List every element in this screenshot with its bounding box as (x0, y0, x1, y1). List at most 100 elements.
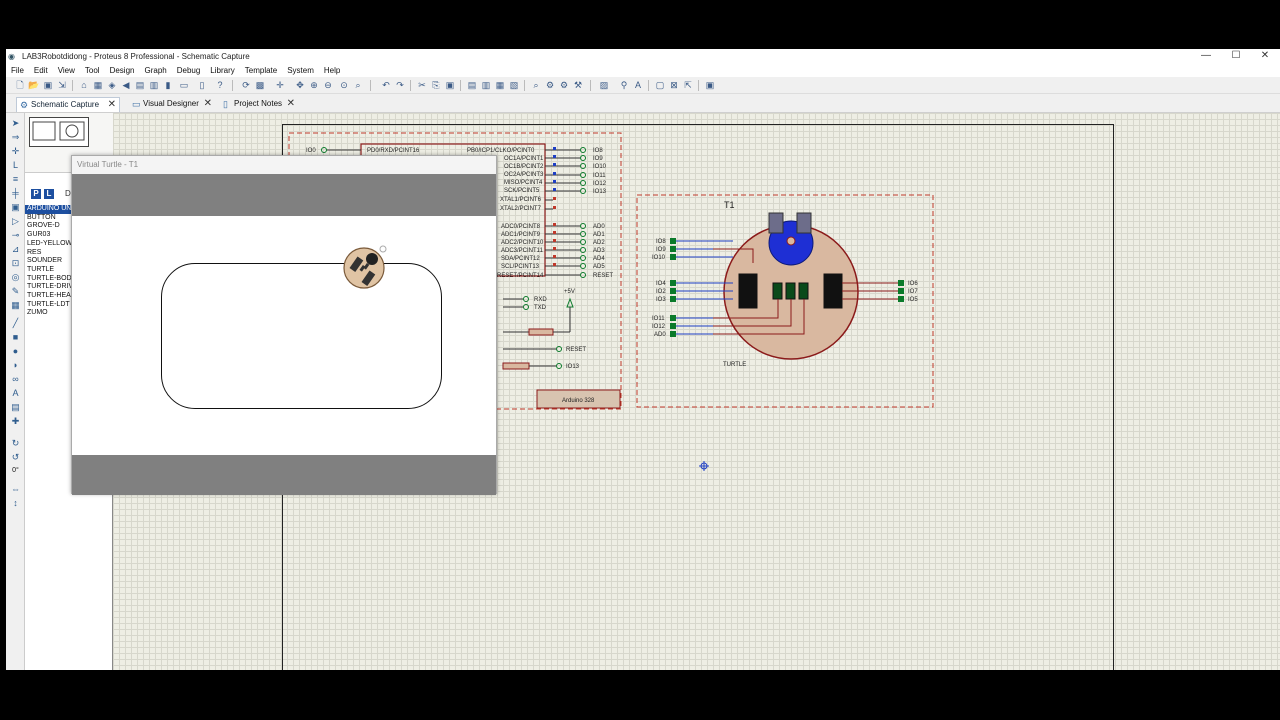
block-move-icon[interactable]: ▥ (480, 79, 492, 91)
menu-template[interactable]: Template (240, 66, 282, 75)
subcircuit-icon[interactable]: ▣ (9, 201, 22, 213)
property-assign-icon[interactable]: A (632, 79, 644, 91)
text-script-icon[interactable]: ≡ (9, 173, 22, 185)
redo-icon[interactable]: ↷ (394, 79, 406, 91)
notes-icon[interactable]: ▭ (178, 79, 190, 91)
menu-file[interactable]: File (6, 66, 29, 75)
junction-icon[interactable]: ✛ (9, 145, 22, 157)
gerber-icon[interactable]: ◈ (106, 79, 118, 91)
source-icon[interactable]: ▥ (148, 79, 160, 91)
new-icon[interactable]: 🗋 (14, 79, 26, 91)
menu-design[interactable]: Design (105, 66, 140, 75)
home-icon[interactable]: ⌂ (78, 79, 90, 91)
copy-icon[interactable]: ⎘ (430, 79, 442, 91)
toolbar-separator (648, 80, 649, 91)
svg-text:IO11: IO11 (652, 316, 665, 322)
virtual-turtle-title[interactable]: Virtual Turtle - T1 (72, 156, 496, 174)
block-copy-icon[interactable]: ▤ (466, 79, 478, 91)
menu-help[interactable]: Help (319, 66, 345, 75)
paste-icon[interactable]: ▣ (444, 79, 456, 91)
maximize-button[interactable]: ☐ (1221, 49, 1251, 64)
block-delete-icon[interactable]: ▧ (508, 79, 520, 91)
search-tag-icon[interactable]: ⚲ (618, 79, 630, 91)
graph-icon[interactable]: ⊿ (9, 243, 22, 255)
instrument-icon[interactable]: ▦ (9, 299, 22, 311)
symbol-icon[interactable]: ▤ (9, 401, 22, 413)
save-icon[interactable]: ▣ (42, 79, 54, 91)
zoom-in-icon[interactable]: ⊕ (308, 79, 320, 91)
terminals-icon[interactable]: ▷ (9, 215, 22, 227)
notes-icon: ▯ (223, 99, 228, 109)
chip-icon[interactable]: ▦ (92, 79, 104, 91)
menu-edit[interactable]: Edit (29, 66, 53, 75)
decompose-icon[interactable]: ⚒ (572, 79, 584, 91)
open-icon[interactable]: 📂 (28, 79, 40, 91)
rotate-ccw-icon[interactable]: ↺ (9, 451, 22, 463)
back-icon[interactable]: ◀ (120, 79, 132, 91)
close-tab-icon[interactable]: ✕ (287, 97, 295, 111)
zoom-out-icon[interactable]: ⊖ (322, 79, 334, 91)
page-icon[interactable]: ▯ (196, 79, 208, 91)
cut-icon[interactable]: ✂ (416, 79, 428, 91)
library-button[interactable]: L (44, 189, 54, 199)
bom-icon[interactable]: ▤ (134, 79, 146, 91)
box-icon[interactable]: ■ (9, 331, 22, 343)
tab-visual-designer[interactable]: ▭ Visual Designer ✕ (129, 97, 215, 112)
remove-sheet-icon[interactable]: ⊠ (668, 79, 680, 91)
rotate-cw-icon[interactable]: ↻ (9, 437, 22, 449)
report-icon[interactable]: ▣ (704, 79, 716, 91)
origin-icon[interactable]: ✛ (274, 79, 286, 91)
book-icon[interactable]: ▮ (162, 79, 174, 91)
svg-text:IO12: IO12 (593, 181, 607, 187)
menu-library[interactable]: Library (205, 66, 239, 75)
packaging-icon[interactable]: ⚙ (558, 79, 570, 91)
close-button[interactable]: ✕ (1250, 49, 1280, 64)
undo-icon[interactable]: ↶ (380, 79, 392, 91)
tab-schematic-capture[interactable]: ⚙ Schematic Capture ✕ (16, 97, 120, 112)
pick-device-icon[interactable]: ⌕ (530, 79, 542, 91)
arc-icon[interactable]: ◗ (9, 359, 22, 371)
selection-mode-icon[interactable]: ➤ (9, 117, 22, 129)
circle-icon[interactable]: ● (9, 345, 22, 357)
close-tab-icon[interactable]: ✕ (108, 98, 116, 112)
minimize-button[interactable]: — (1191, 49, 1221, 64)
new-sheet-icon[interactable]: ▢ (654, 79, 666, 91)
zoom-area-icon[interactable]: ⌕ (352, 79, 364, 91)
pick-device-button[interactable]: P (31, 189, 41, 199)
pan-icon[interactable]: ✥ (294, 79, 306, 91)
menu-tool[interactable]: Tool (80, 66, 105, 75)
menu-view[interactable]: View (53, 66, 80, 75)
exit-parent-icon[interactable]: ⇱ (682, 79, 694, 91)
path-icon[interactable]: ∞ (9, 373, 22, 385)
svg-text:IO11: IO11 (593, 173, 606, 179)
help-icon[interactable]: ? (214, 79, 226, 91)
tab-project-notes[interactable]: ▯ Project Notes ✕ (220, 97, 298, 112)
component-mode-icon[interactable]: ⇒ (9, 131, 22, 143)
probe-icon[interactable]: ✎ (9, 285, 22, 297)
wire-label-icon[interactable]: L (9, 159, 22, 171)
wire-autorouter-icon[interactable]: ▨ (598, 79, 610, 91)
zoom-all-icon[interactable]: ⊙ (338, 79, 350, 91)
line-icon[interactable]: ╱ (9, 317, 22, 329)
virtual-turtle-robot[interactable] (343, 243, 389, 289)
menu-graph[interactable]: Graph (139, 66, 171, 75)
tape-icon[interactable]: ⊡ (9, 257, 22, 269)
buses-icon[interactable]: ╪ (9, 187, 22, 199)
grid-icon[interactable]: ▩ (254, 79, 266, 91)
make-device-icon[interactable]: ⚙ (544, 79, 556, 91)
mirror-x-icon[interactable]: ⇔ (9, 483, 22, 495)
marker-icon[interactable]: ✚ (9, 415, 22, 427)
pins-icon[interactable]: ⊸ (9, 229, 22, 241)
menu-system[interactable]: System (282, 66, 319, 75)
close-tab-icon[interactable]: ✕ (204, 97, 212, 111)
mirror-y-icon[interactable]: ↕ (9, 497, 22, 509)
menu-debug[interactable]: Debug (172, 66, 206, 75)
text-icon[interactable]: A (9, 387, 22, 399)
refresh-icon[interactable]: ⟳ (240, 79, 252, 91)
block-rotate-icon[interactable]: ▦ (494, 79, 506, 91)
generator-icon[interactable]: ◎ (9, 271, 22, 283)
virtual-turtle-window[interactable]: Virtual Turtle - T1 (71, 155, 497, 495)
pin-label: PD0/RXD/PCINT16 (367, 148, 420, 154)
import-icon[interactable]: ⇲ (56, 79, 68, 91)
document-tabs: ⚙ Schematic Capture ✕ ▭ Visual Designer … (6, 95, 1280, 113)
